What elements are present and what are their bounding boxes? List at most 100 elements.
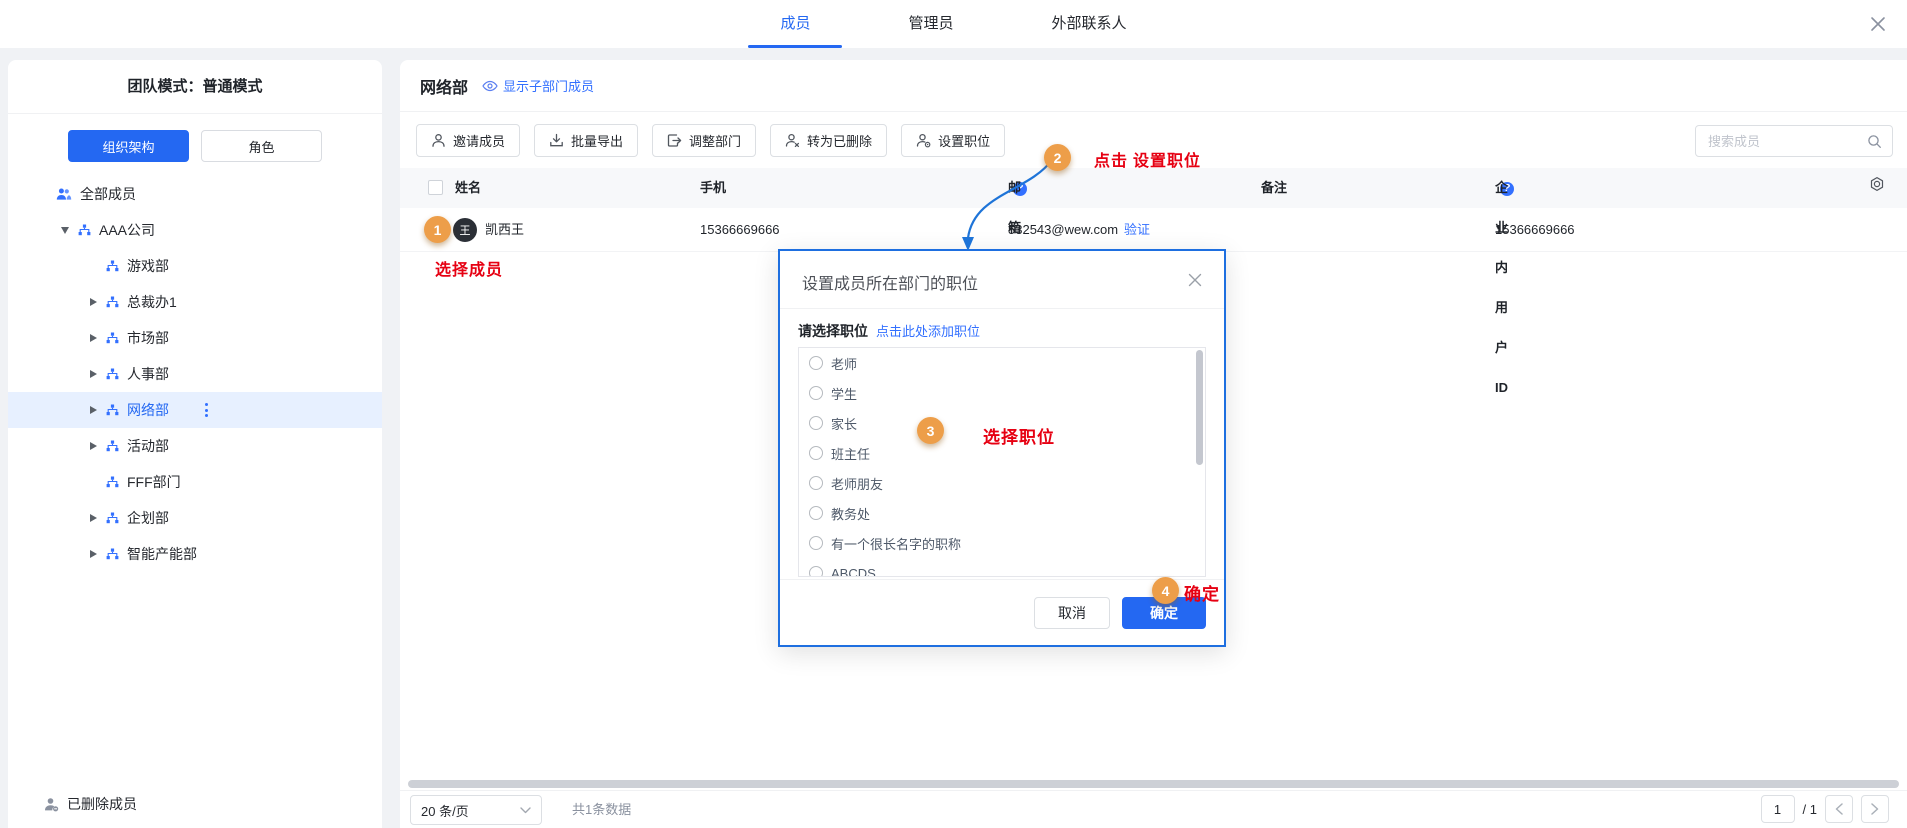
top-bar: 成员 管理员 外部联系人 (0, 0, 1907, 48)
radio-icon[interactable] (809, 386, 823, 400)
position-option-label: 家长 (831, 414, 857, 433)
more-options-icon[interactable] (205, 403, 208, 417)
member-user-id: 15366669666 (1495, 208, 1575, 252)
move-to-deleted-label: 转为已删除 (807, 131, 872, 150)
modal-header: 设置成员所在部门的职位 (780, 251, 1224, 309)
position-option-label: 老师 (831, 354, 857, 373)
step-badge-3: 3 (917, 417, 944, 444)
position-option-label: ABCDS (831, 566, 876, 578)
position-option[interactable]: ABCDS (799, 558, 1205, 577)
eye-icon (482, 80, 498, 92)
caret-right-icon[interactable] (86, 514, 100, 522)
tab-admins-label: 管理员 (908, 15, 953, 32)
verify-email-link[interactable]: 验证 (1124, 222, 1150, 237)
radio-icon[interactable] (809, 476, 823, 490)
radio-icon[interactable] (809, 416, 823, 430)
radio-icon[interactable] (809, 506, 823, 520)
page-number-input[interactable] (1761, 795, 1795, 823)
pagination: / 1 (1761, 795, 1889, 823)
people-icon (56, 187, 72, 201)
department-icon (106, 368, 119, 381)
deleted-members-link[interactable]: 已删除成员 (44, 794, 137, 814)
department-icon (106, 296, 119, 309)
vertical-scrollbar-thumb[interactable] (1196, 350, 1203, 465)
team-mode-title: 团队模式：普通模式 (8, 60, 382, 114)
radio-icon[interactable] (809, 536, 823, 550)
chevron-down-icon (520, 807, 531, 814)
caret-right-icon[interactable] (86, 370, 100, 378)
table-row[interactable]: 王 凯西王 15366669666 532543@wew.com验证 15366… (400, 208, 1907, 252)
position-option-label: 有一个很长名字的职称 (831, 534, 961, 553)
invite-member-button[interactable]: 邀请成员 (416, 124, 520, 157)
roles-tab[interactable]: 角色 (201, 130, 322, 162)
previous-page-button[interactable] (1825, 795, 1853, 823)
select-all-checkbox[interactable] (428, 180, 443, 195)
search-icon[interactable] (1867, 134, 1882, 149)
adjust-department-label: 调整部门 (689, 131, 741, 150)
cancel-button[interactable]: 取消 (1034, 597, 1110, 629)
move-to-deleted-button[interactable]: 转为已删除 (770, 124, 887, 157)
department-icon (106, 332, 119, 345)
position-option[interactable]: 学生 (799, 378, 1205, 408)
modal-close-icon[interactable] (1186, 271, 1204, 289)
position-option[interactable]: 教务处 (799, 498, 1205, 528)
next-page-button[interactable] (1861, 795, 1889, 823)
adjust-department-button[interactable]: 调整部门 (652, 124, 756, 157)
caret-down-icon[interactable] (58, 227, 72, 234)
position-option-label: 班主任 (831, 444, 870, 463)
position-option[interactable]: 老师朋友 (799, 468, 1205, 498)
tree-item-dept-planning[interactable]: 企划部 (8, 500, 382, 536)
chevron-left-icon (1835, 803, 1843, 815)
batch-export-button[interactable]: 批量导出 (534, 124, 638, 157)
person-icon (431, 133, 446, 148)
column-email: 邮箱 (1008, 168, 1027, 208)
search-input[interactable] (1706, 133, 1867, 150)
position-option-label: 教务处 (831, 504, 870, 523)
set-position-button[interactable]: 设置职位 (901, 124, 1005, 157)
tab-admins[interactable]: 管理员 (882, 0, 979, 48)
tree-item-dept-ceo-office[interactable]: 总裁办1 (8, 284, 382, 320)
caret-right-icon[interactable] (86, 334, 100, 342)
page-size-select[interactable]: 20 条/页 (410, 795, 542, 825)
position-option[interactable]: 有一个很长名字的职称 (799, 528, 1205, 558)
show-sub-department-link[interactable]: 显示子部门成员 (482, 76, 594, 95)
tree-item-label: 活动部 (127, 436, 169, 456)
download-icon (549, 133, 564, 148)
tree-item-dept-smart-capacity[interactable]: 智能产能部 (8, 536, 382, 572)
department-icon (106, 548, 119, 561)
radio-icon[interactable] (809, 566, 823, 577)
column-user-id: 企业内用户ID (1495, 168, 1514, 208)
caret-right-icon[interactable] (86, 298, 100, 306)
tree-item-dept-network-selected[interactable]: 网络部 (8, 392, 382, 428)
position-option-label: 学生 (831, 384, 857, 403)
position-option-list: 老师 学生 家长 班主任 老师朋友 教务处 有一个很长名字的职称 ABCDS (798, 347, 1206, 577)
tree-item-dept-marketing[interactable]: 市场部 (8, 320, 382, 356)
table-header: 姓名 手机 邮箱 备注 企业内用户ID (400, 168, 1907, 208)
tree-item-label: 市场部 (127, 328, 169, 348)
caret-right-icon[interactable] (86, 550, 100, 558)
top-tabs: 成员 管理员 外部联系人 (0, 0, 1907, 48)
tree-item-label: 总裁办1 (127, 292, 177, 312)
add-position-link[interactable]: 点击此处添加职位 (876, 321, 980, 340)
caret-right-icon[interactable] (86, 442, 100, 450)
column-settings-gear-icon[interactable] (1869, 168, 1885, 208)
tree-item-dept-fff[interactable]: FFF部门 (8, 464, 382, 500)
tab-members[interactable]: 成员 (754, 0, 836, 48)
position-option-label: 老师朋友 (831, 474, 883, 493)
tree-item-dept-activities[interactable]: 活动部 (8, 428, 382, 464)
position-option[interactable]: 老师 (799, 348, 1205, 378)
department-icon (106, 260, 119, 273)
horizontal-scrollbar[interactable] (408, 780, 1899, 788)
column-remark: 备注 (1261, 168, 1287, 208)
tree-item-dept-games[interactable]: 游戏部 (8, 248, 382, 284)
org-structure-tab[interactable]: 组织架构 (68, 130, 189, 162)
close-icon[interactable] (1867, 13, 1889, 35)
tree-item-company[interactable]: AAA公司 (8, 212, 382, 248)
radio-icon[interactable] (809, 446, 823, 460)
avatar: 王 (453, 218, 477, 242)
tree-item-all-members[interactable]: 全部成员 (8, 176, 382, 212)
tab-external-contacts[interactable]: 外部联系人 (1026, 0, 1153, 48)
tree-item-dept-hr[interactable]: 人事部 (8, 356, 382, 392)
caret-right-icon[interactable] (86, 406, 100, 414)
radio-icon[interactable] (809, 356, 823, 370)
